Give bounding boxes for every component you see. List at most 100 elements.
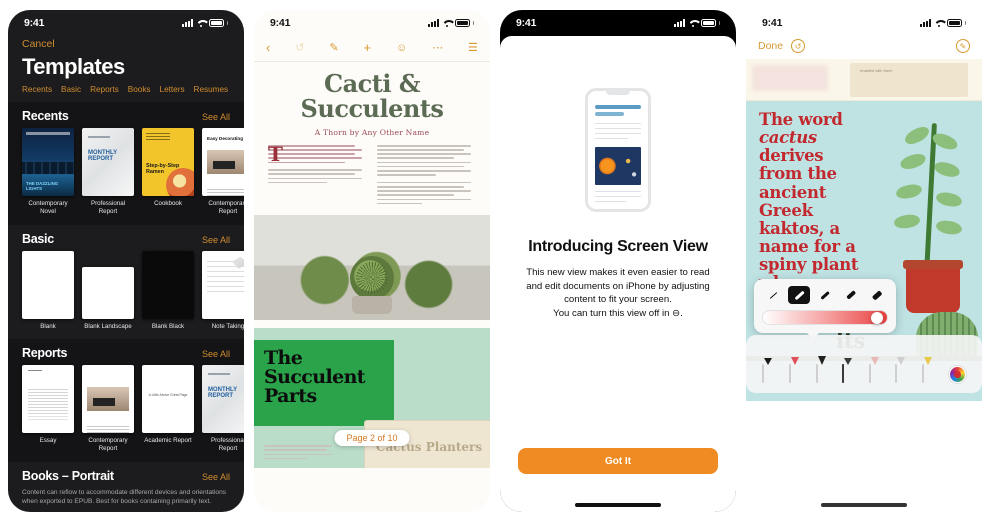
document-options-icon[interactable]: ☰ bbox=[468, 41, 478, 54]
category-tab-books[interactable]: Books bbox=[128, 85, 151, 94]
potted-plant-illustration bbox=[884, 109, 976, 337]
stroke-selected-option[interactable] bbox=[788, 286, 810, 304]
got-it-button[interactable]: Got It bbox=[518, 448, 718, 474]
section-reports: Reports See All Essay Contemporary Repor… bbox=[8, 339, 244, 462]
template-card-professional-report-2[interactable]: MONTHLY REPORT Professional Report bbox=[202, 365, 244, 454]
template-name: Blank Landscape bbox=[84, 322, 132, 330]
note-taking-thumb bbox=[202, 250, 244, 319]
template-card-academic-report[interactable]: A Little Above Great Page Academic Repor… bbox=[142, 365, 194, 454]
wifi-icon bbox=[934, 19, 944, 27]
status-bar: 9:41 bbox=[500, 10, 736, 36]
template-name: Academic Report bbox=[144, 437, 192, 445]
home-indicator bbox=[821, 503, 907, 507]
blank-thumb bbox=[22, 250, 74, 319]
cancel-button[interactable]: Cancel bbox=[8, 36, 244, 50]
template-card-contemporary-novel[interactable]: THE DAZZLING LIGHTS Contemporary Novel bbox=[22, 128, 74, 217]
markup-pen-circle-icon[interactable]: ✎ bbox=[956, 39, 970, 53]
template-card-cookbook[interactable]: Step-by-Step Ramen Cookbook bbox=[142, 128, 194, 217]
template-row: Blank Blank Landscape Blank Black Note T… bbox=[8, 250, 244, 339]
stroke-thick-option[interactable] bbox=[840, 286, 862, 304]
marker-tool[interactable] bbox=[788, 357, 799, 383]
more-ellipsis-icon[interactable]: ⋯ bbox=[432, 41, 443, 54]
template-card-blank-landscape[interactable]: Blank Landscape bbox=[82, 251, 134, 331]
succulent-parts-section: The Succulent Parts Cactus Planters bbox=[254, 327, 490, 468]
category-tab-recents[interactable]: Recents bbox=[22, 85, 52, 94]
template-card-contemporary-report[interactable]: Easy Decorating Contemporary Report bbox=[202, 128, 244, 217]
status-bar-time: 9:41 bbox=[516, 17, 537, 29]
template-name: Professional Report bbox=[90, 200, 126, 216]
undo-circle-icon[interactable]: ↺ bbox=[791, 39, 806, 53]
lasso-tool[interactable] bbox=[895, 357, 906, 383]
thumb-cover-title: Step-by-Step Ramen bbox=[146, 163, 180, 176]
thumb-cover-title: THE DAZZLING LIGHTS bbox=[26, 180, 59, 191]
template-card-contemporary-report-2[interactable]: Contemporary Report bbox=[82, 365, 134, 454]
document-canvas[interactable]: Cacti & Succulents A Thorn by Any Other … bbox=[254, 62, 490, 468]
eraser-tool[interactable] bbox=[868, 357, 879, 383]
highlighter-tool[interactable] bbox=[922, 357, 933, 383]
fill-tool[interactable] bbox=[842, 358, 853, 383]
template-card-note-taking[interactable]: Note Taking bbox=[202, 250, 244, 331]
section-title: Books – Portrait bbox=[22, 468, 114, 483]
markup-brush-icon[interactable]: ✎ bbox=[329, 41, 338, 54]
stroke-thickest-option[interactable] bbox=[866, 286, 888, 304]
thumb-cover-title: A Little Above Great Page bbox=[148, 393, 188, 398]
status-bar-indicators bbox=[181, 19, 228, 27]
status-bar-indicators bbox=[919, 19, 966, 27]
pen-tool[interactable] bbox=[762, 358, 773, 383]
markup-nav-bar: Done ↺ ✎ bbox=[746, 36, 982, 59]
category-tab-resumes[interactable]: Resumes bbox=[194, 85, 229, 94]
template-name: Note Taking bbox=[211, 322, 244, 330]
section-header: Basic See All bbox=[8, 225, 244, 251]
undo-icon[interactable]: ↺ bbox=[295, 41, 304, 54]
document-column-right bbox=[377, 144, 476, 207]
cookbook-thumb: Step-by-Step Ramen bbox=[142, 128, 194, 196]
wifi-icon bbox=[442, 19, 452, 27]
category-tab-letters[interactable]: Letters bbox=[160, 85, 185, 94]
section-title: Basic bbox=[22, 231, 54, 246]
see-all-button[interactable]: See All bbox=[202, 349, 230, 359]
phone-panel-document: 9:41 ‹ ↺ ✎ + ☺ ⋯ ☰ Cacti & Succulents A … bbox=[254, 10, 490, 512]
onboarding-body: This new view makes it even easier to re… bbox=[526, 267, 710, 319]
cactus-photo bbox=[254, 214, 490, 320]
previous-page-preview: enabled with them bbox=[746, 59, 982, 101]
phone-panel-templates: 9:41 Cancel Templates Recents Basic Repo… bbox=[8, 10, 244, 512]
section-title: Reports bbox=[22, 346, 68, 361]
template-card-blank-black[interactable]: Blank Black bbox=[142, 250, 194, 331]
stroke-thin-option[interactable] bbox=[762, 286, 784, 304]
template-card-professional-report[interactable]: MONTHLY REPORT Professional Report bbox=[82, 128, 134, 217]
phone-panel-screen-view: 9:41 Introducing Screen View This new vi… bbox=[500, 10, 736, 512]
wifi-icon bbox=[196, 19, 206, 27]
see-all-button[interactable]: See All bbox=[202, 472, 230, 482]
status-bar-time: 9:41 bbox=[270, 17, 291, 29]
section-header: Reports See All bbox=[8, 339, 244, 365]
stroke-medium-option[interactable] bbox=[814, 286, 836, 304]
template-name: Contemporary Report bbox=[88, 437, 128, 453]
onboarding-title: Introducing Screen View bbox=[528, 238, 708, 255]
iphone-screen-view-illustration bbox=[585, 88, 651, 212]
caption-lines bbox=[264, 445, 336, 462]
section-description: Content can reflow to accommodate differ… bbox=[22, 488, 227, 506]
markup-page[interactable]: The word cactus derives from the ancient… bbox=[746, 101, 982, 401]
template-row: THE DAZZLING LIGHTS Contemporary Novel M… bbox=[8, 128, 244, 225]
done-button[interactable]: Done bbox=[758, 40, 783, 52]
opacity-slider-knob[interactable] bbox=[871, 311, 883, 324]
blank-black-thumb bbox=[142, 250, 194, 319]
add-icon[interactable]: + bbox=[364, 40, 372, 55]
category-tab-basic[interactable]: Basic bbox=[61, 85, 81, 94]
color-wheel-tool[interactable] bbox=[948, 366, 966, 383]
see-all-button[interactable]: See All bbox=[202, 112, 230, 122]
essay-thumb bbox=[22, 365, 74, 434]
monthly-report-thumb: MONTHLY REPORT bbox=[202, 365, 244, 434]
back-chevron-icon[interactable]: ‹ bbox=[266, 40, 270, 55]
opacity-slider[interactable] bbox=[762, 310, 888, 325]
template-name: Professional Report bbox=[210, 437, 244, 453]
template-card-essay[interactable]: Essay bbox=[22, 365, 74, 454]
document-title: Cacti & Succulents bbox=[300, 69, 444, 123]
drop-cap: T bbox=[268, 141, 283, 166]
template-card-blank[interactable]: Blank bbox=[22, 250, 74, 331]
category-tab-reports[interactable]: Reports bbox=[90, 85, 119, 94]
collaborate-icon[interactable]: ☺ bbox=[396, 42, 407, 54]
see-all-button[interactable]: See All bbox=[202, 235, 230, 245]
pencil-tool[interactable] bbox=[815, 356, 826, 383]
home-indicator bbox=[575, 503, 661, 507]
